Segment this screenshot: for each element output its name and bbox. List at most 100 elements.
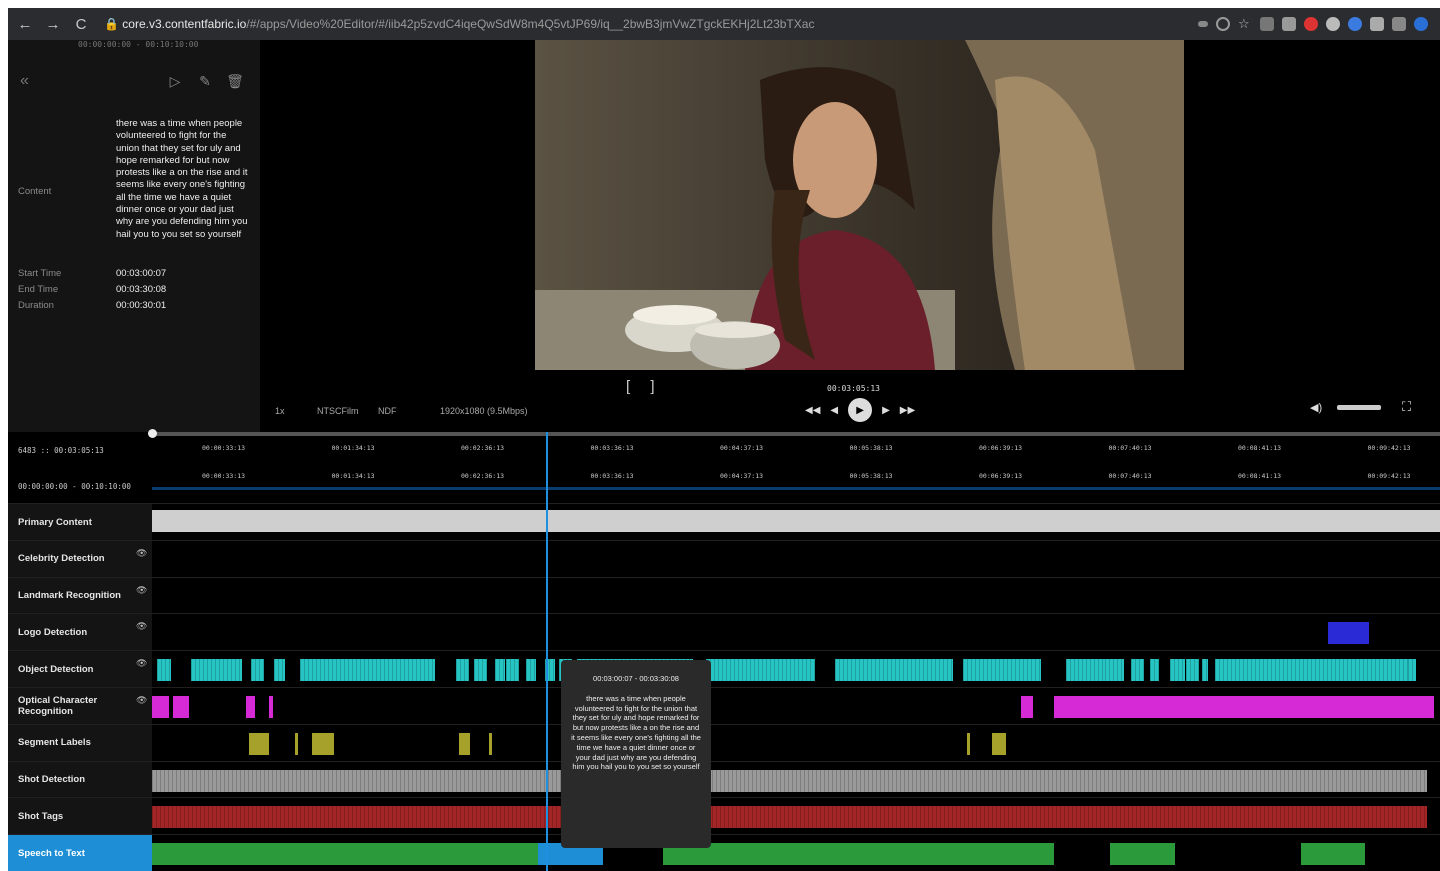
playhead[interactable] — [546, 432, 548, 871]
delete-icon[interactable]: 🗑 — [226, 72, 244, 90]
track-body[interactable] — [152, 541, 1440, 577]
track-segment[interactable] — [246, 696, 256, 718]
track-segment[interactable] — [269, 696, 274, 718]
track-segment[interactable] — [1407, 659, 1416, 682]
eye-icon[interactable]: 👁 — [136, 548, 147, 559]
eye-icon[interactable]: 👁 — [136, 658, 147, 669]
track-label[interactable]: Celebrity Detection — [8, 540, 152, 577]
forward-icon[interactable]: → — [42, 13, 64, 35]
track-segment[interactable] — [525, 659, 536, 682]
profile-icon[interactable] — [1414, 17, 1428, 31]
track-segment[interactable] — [705, 659, 816, 682]
track-body[interactable] — [152, 762, 1440, 798]
track-segment[interactable] — [506, 659, 520, 682]
step-back-icon[interactable]: ◀ — [830, 405, 838, 416]
track-segment[interactable] — [455, 659, 469, 682]
track-segment[interactable] — [1150, 659, 1160, 682]
track-body[interactable] — [152, 578, 1440, 614]
track-segment[interactable] — [311, 732, 334, 755]
star-icon[interactable]: ☆ — [1238, 17, 1252, 31]
fast-forward-icon[interactable]: ▶▶ — [900, 405, 915, 416]
back-icon[interactable]: ← — [14, 13, 36, 35]
fullscreen-icon[interactable]: ⛶ — [1402, 399, 1411, 415]
play-clip-icon[interactable]: ▷ — [166, 72, 184, 90]
track-label[interactable]: Speech to Text — [8, 835, 152, 871]
track-segment[interactable] — [663, 843, 1054, 866]
rewind-icon[interactable]: ◀◀ — [805, 405, 820, 416]
extension-icon[interactable] — [1304, 17, 1318, 31]
track-body[interactable] — [152, 688, 1440, 724]
track-label[interactable]: Segment Labels — [8, 724, 152, 761]
track-segment[interactable] — [152, 510, 1440, 532]
track-segment[interactable] — [1327, 622, 1370, 645]
track-label[interactable]: Optical Character Recognition — [8, 688, 152, 724]
resolution-select[interactable]: 1920x1080 (9.5Mbps) — [440, 406, 528, 416]
track-segment[interactable] — [152, 696, 169, 718]
reload-icon[interactable]: C — [70, 13, 92, 35]
rate-select[interactable]: NTSCFilm — [317, 406, 359, 416]
video-frame[interactable] — [535, 40, 1184, 370]
track-segment[interactable] — [489, 732, 493, 755]
track-label[interactable]: Primary Content — [8, 504, 152, 540]
track-segment[interactable] — [991, 732, 1006, 755]
track-segment[interactable] — [152, 843, 539, 866]
track-segment[interactable] — [152, 769, 1428, 792]
edit-icon[interactable]: ✎ — [196, 72, 214, 90]
track-segment[interactable] — [1186, 659, 1200, 682]
extension-icon[interactable] — [1348, 17, 1362, 31]
key-icon[interactable] — [1198, 21, 1208, 27]
address-bar[interactable]: 🔒 core.v3.contentfabric.io/#/apps/Video%… — [104, 17, 1134, 31]
track-segment[interactable] — [1130, 659, 1144, 682]
zoom-icon[interactable] — [1216, 17, 1230, 31]
track-segment[interactable] — [157, 659, 172, 682]
volume-icon[interactable]: ◀) — [1310, 401, 1322, 414]
track-segment[interactable] — [274, 659, 285, 682]
track-segment[interactable] — [494, 659, 505, 682]
eye-icon[interactable]: 👁 — [136, 585, 147, 596]
track-body[interactable] — [152, 614, 1440, 650]
extension-icon[interactable] — [1260, 17, 1274, 31]
track-body[interactable] — [152, 725, 1440, 761]
track-segment[interactable] — [251, 659, 265, 682]
track-segment[interactable] — [458, 732, 471, 755]
track-segment[interactable] — [294, 732, 298, 755]
puzzle-icon[interactable] — [1370, 17, 1384, 31]
speed-select[interactable]: 1x — [275, 406, 285, 416]
scrubber[interactable] — [152, 432, 1440, 436]
track-segment[interactable] — [300, 659, 436, 682]
scrubber-handle[interactable] — [148, 429, 157, 438]
track-segment[interactable] — [1279, 659, 1408, 682]
track-body[interactable] — [152, 798, 1440, 834]
track-segment[interactable] — [172, 696, 190, 718]
track-segment[interactable] — [1021, 696, 1033, 718]
track-segment[interactable] — [834, 659, 954, 682]
fit-frame-icon[interactable]: [ ] — [626, 378, 663, 395]
track-segment[interactable] — [1105, 659, 1125, 682]
track-segment[interactable] — [1201, 659, 1209, 682]
track-segment[interactable] — [1110, 843, 1175, 866]
track-body[interactable] — [152, 651, 1440, 687]
track-segment[interactable] — [248, 732, 270, 755]
track-segment[interactable] — [1169, 659, 1185, 682]
step-forward-icon[interactable]: ▶ — [882, 405, 890, 416]
track-segment[interactable] — [190, 659, 243, 682]
track-label[interactable]: Landmark Recognition — [8, 577, 152, 614]
extension-icon[interactable] — [1282, 17, 1296, 31]
play-icon[interactable]: ▶ — [848, 398, 873, 422]
track-segment[interactable] — [1300, 843, 1366, 866]
track-segment[interactable] — [1053, 696, 1067, 718]
track-segment[interactable] — [1066, 696, 1434, 718]
track-segment[interactable] — [474, 659, 487, 682]
track-segment[interactable] — [963, 659, 1041, 682]
track-segment[interactable] — [967, 732, 970, 755]
track-segment[interactable] — [1214, 659, 1279, 682]
track-label[interactable]: Shot Tags — [8, 798, 152, 835]
track-label[interactable]: Object Detection — [8, 651, 152, 688]
range-bar[interactable] — [152, 487, 1440, 490]
track-label[interactable]: Shot Detection — [8, 761, 152, 798]
volume-slider[interactable] — [1337, 405, 1381, 410]
eye-icon[interactable]: 👁 — [136, 695, 147, 706]
extension-icon[interactable] — [1326, 17, 1340, 31]
track-segment[interactable] — [152, 806, 1428, 829]
eye-icon[interactable]: 👁 — [136, 621, 147, 632]
